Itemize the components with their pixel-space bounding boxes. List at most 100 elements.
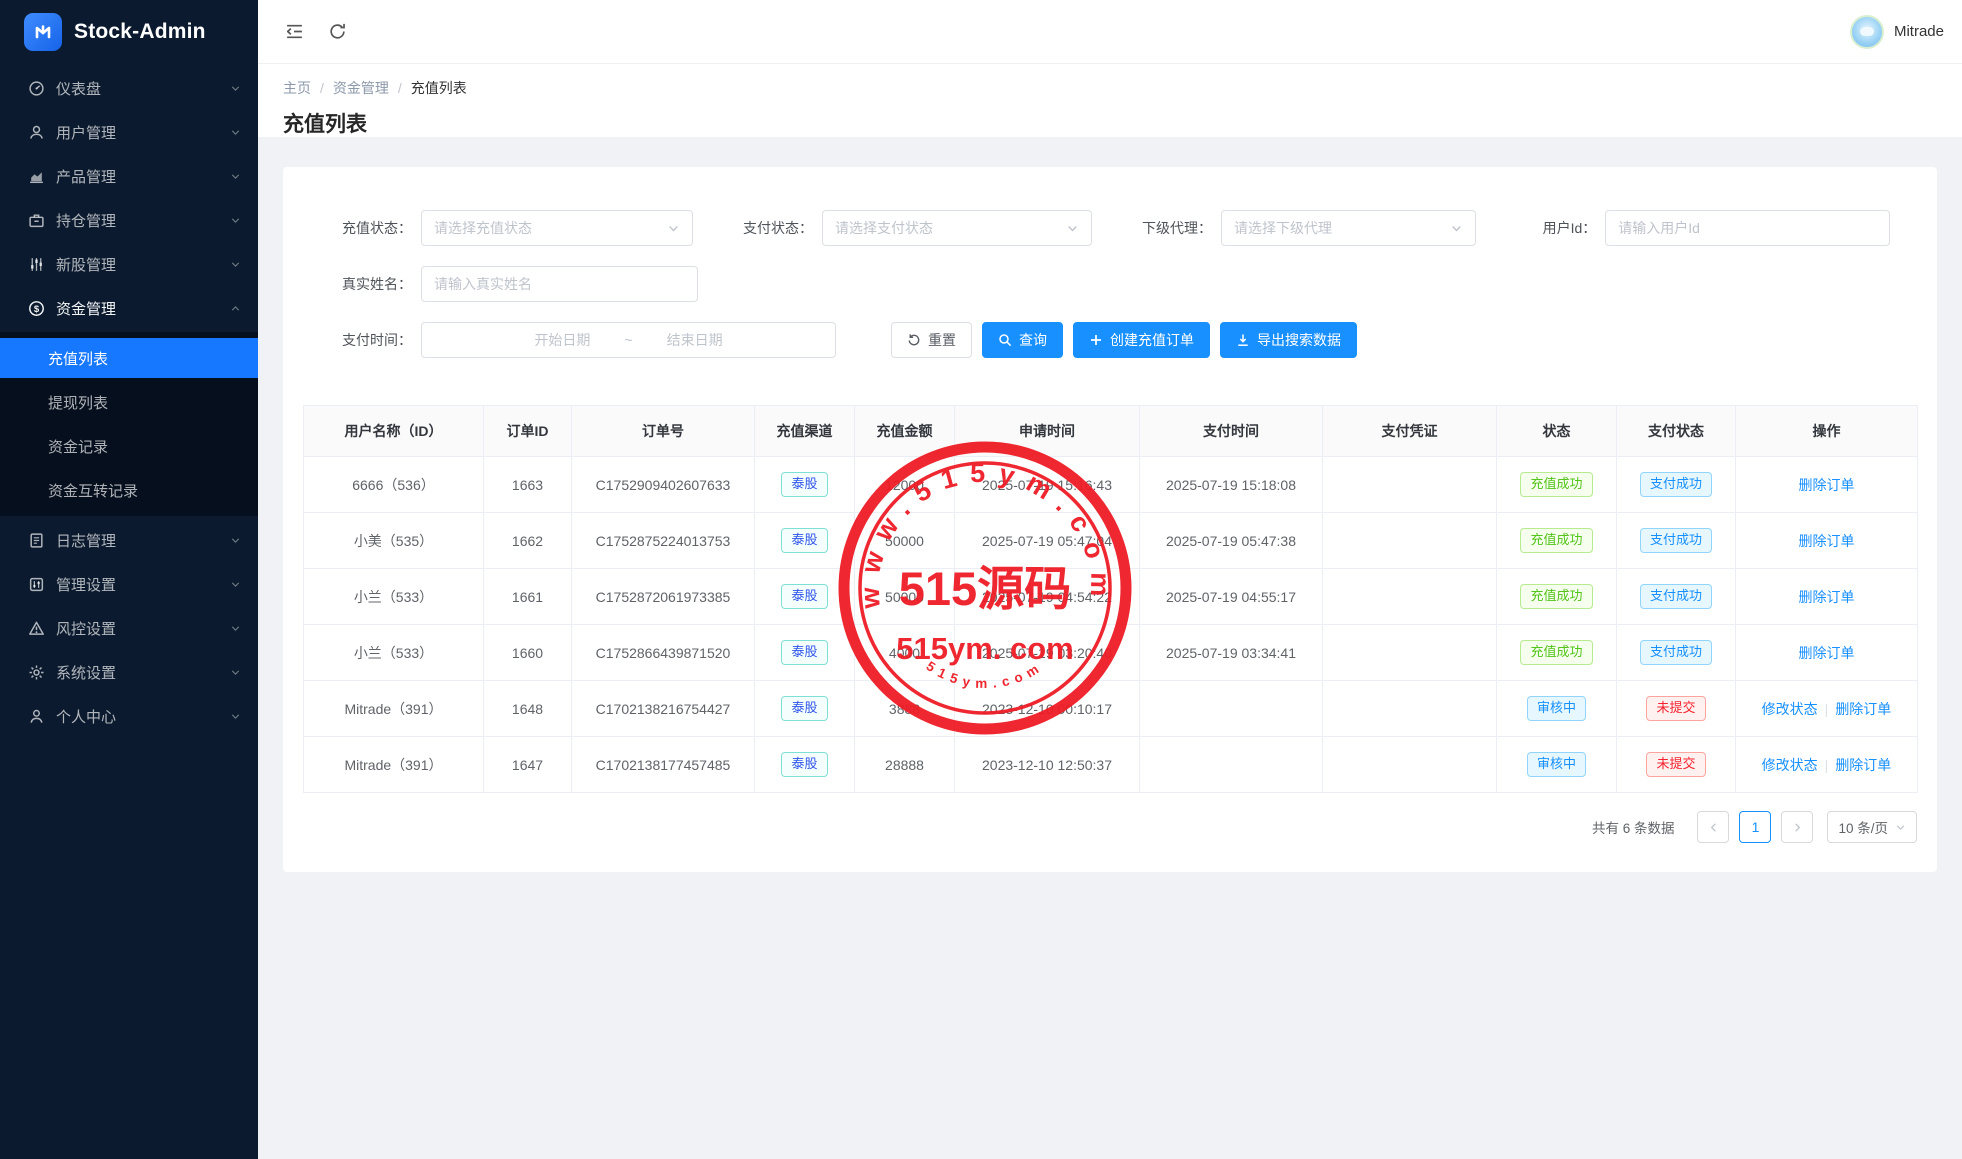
table-row: Mitrade（391）1647C1702138177457485泰股28888… — [304, 737, 1918, 793]
sidebar-item-label: 系统设置 — [56, 662, 230, 683]
prev-page-button[interactable] — [1697, 811, 1729, 843]
sidebar-item-label: 仪表盘 — [56, 78, 230, 99]
sidebar-item-positions[interactable]: 持仓管理 — [0, 200, 258, 240]
sidebar-item-funds[interactable]: $资金管理 — [0, 288, 258, 328]
delete-order-link[interactable]: 删除订单 — [1799, 477, 1855, 493]
channel-cell: 泰股 — [755, 513, 855, 569]
pay-time-cell — [1140, 681, 1323, 737]
breadcrumb-item[interactable]: 资金管理 — [333, 78, 389, 98]
sidebar-item-label: 新股管理 — [56, 254, 230, 275]
search-icon — [998, 333, 1012, 347]
download-icon — [1236, 333, 1250, 347]
delete-order-link[interactable]: 删除订单 — [1799, 589, 1855, 605]
voucher-cell — [1323, 569, 1497, 625]
column-header: 充值渠道 — [755, 406, 855, 457]
sidebar-item-label: 用户管理 — [56, 122, 230, 143]
search-button[interactable]: 查询 — [982, 322, 1063, 358]
sidebar-subitem-recharge-list[interactable]: 充值列表 — [0, 338, 258, 378]
amount-cell: 50000 — [855, 569, 955, 625]
range-separator: ~ — [624, 332, 632, 348]
sidebar-subitem-fund-transfer-records[interactable]: 资金互转记录 — [0, 470, 258, 510]
column-header: 申请时间 — [955, 406, 1140, 457]
sidebar-item-admin-settings[interactable]: 管理设置 — [0, 564, 258, 604]
sidebar-submenu: 充值列表提现列表资金记录资金互转记录 — [0, 332, 258, 516]
order-no-cell: C1752875224013753 — [572, 513, 755, 569]
sidebar-item-profile[interactable]: 个人中心 — [0, 696, 258, 736]
breadcrumb: 主页/资金管理/充值列表 — [283, 78, 1937, 98]
chevron-down-icon — [1895, 822, 1906, 833]
column-header: 充值金额 — [855, 406, 955, 457]
agent-select[interactable]: 请选择下级代理 — [1221, 210, 1476, 246]
user-cell: 6666（536） — [304, 457, 484, 513]
delete-order-link[interactable]: 删除订单 — [1799, 533, 1855, 549]
modify-status-link[interactable]: 修改状态 — [1762, 701, 1818, 717]
status-tag: 充值成功 — [1520, 640, 1592, 664]
sidebar-item-products[interactable]: 产品管理 — [0, 156, 258, 196]
table-header-row: 用户名称（ID）订单ID订单号充值渠道充值金额申请时间支付时间支付凭证状态支付状… — [304, 406, 1918, 457]
sidebar-item-dashboard[interactable]: 仪表盘 — [0, 68, 258, 108]
person-icon — [28, 708, 45, 725]
recharge-status-select[interactable]: 请选择充值状态 — [421, 210, 693, 246]
column-header: 状态 — [1497, 406, 1617, 457]
sidebar-item-label: 资金管理 — [56, 298, 230, 319]
channel-cell: 泰股 — [755, 569, 855, 625]
recharge-status-placeholder: 请选择充值状态 — [434, 218, 532, 238]
content: 充值状态： 请选择充值状态 支付状态： 请选择支付状态 下级代理： 请选择下级 — [258, 137, 1962, 1159]
chevron-up-icon — [230, 303, 241, 314]
status-tag: 充值成功 — [1520, 472, 1592, 496]
sidebar-item-ipo[interactable]: 新股管理 — [0, 244, 258, 284]
breadcrumb-separator: / — [398, 80, 402, 96]
apply-time-cell: 2025-07-19 05:47:04 — [955, 513, 1140, 569]
briefcase-icon — [28, 212, 45, 229]
column-header: 订单ID — [484, 406, 572, 457]
order-no-cell: C1752872061973385 — [572, 569, 755, 625]
page-number-button[interactable]: 1 — [1739, 811, 1771, 843]
create-recharge-order-button[interactable]: 创建充值订单 — [1073, 322, 1210, 358]
chart-icon — [28, 168, 45, 185]
pay-time-cell: 2025-07-19 15:18:08 — [1140, 457, 1323, 513]
amount-cell: 28888 — [855, 737, 955, 793]
chevron-down-icon — [230, 215, 241, 226]
sidebar-subitem-withdraw-list[interactable]: 提现列表 — [0, 382, 258, 422]
data-table-wrapper: 用户名称（ID）订单ID订单号充值渠道充值金额申请时间支付时间支付凭证状态支付状… — [283, 378, 1937, 793]
pay-time-cell: 2025-07-19 05:47:38 — [1140, 513, 1323, 569]
collapse-sidebar-icon[interactable] — [285, 22, 304, 41]
page-size-select[interactable]: 10 条/页 — [1827, 811, 1917, 843]
delete-order-link[interactable]: 删除订单 — [1799, 645, 1855, 661]
settings-icon — [28, 576, 45, 593]
logo[interactable]: Stock-Admin — [0, 0, 258, 64]
pay-time-range-picker[interactable]: 开始日期 ~ 结束日期 — [421, 322, 836, 358]
status-cell: 充值成功 — [1497, 625, 1617, 681]
avatar[interactable] — [1850, 15, 1884, 49]
user-cell: Mitrade（391） — [304, 681, 484, 737]
delete-order-link[interactable]: 删除订单 — [1835, 701, 1891, 717]
sidebar-item-logs[interactable]: 日志管理 — [0, 520, 258, 560]
sidebar-item-risk[interactable]: 风控设置 — [0, 608, 258, 648]
delete-order-link[interactable]: 删除订单 — [1835, 757, 1891, 773]
pay-status-cell: 支付成功 — [1617, 569, 1736, 625]
pagination: 共有 6 条数据 1 10 条/页 — [283, 793, 1937, 872]
breadcrumb-item[interactable]: 主页 — [283, 78, 311, 98]
amount-cell: 4000 — [855, 625, 955, 681]
apply-time-cell: 2025-07-19 04:54:22 — [955, 569, 1140, 625]
sidebar-item-users[interactable]: 用户管理 — [0, 112, 258, 152]
sidebar-item-system[interactable]: 系统设置 — [0, 652, 258, 692]
user-id-input[interactable] — [1605, 210, 1890, 246]
refresh-icon[interactable] — [328, 22, 347, 41]
table-row: 小兰（533）1660C1752866439871520泰股40002025-0… — [304, 625, 1918, 681]
user-cell: Mitrade（391） — [304, 737, 484, 793]
modify-status-link[interactable]: 修改状态 — [1762, 757, 1818, 773]
real-name-label: 真实姓名： — [330, 274, 412, 294]
reset-icon — [907, 333, 921, 347]
reset-button[interactable]: 重置 — [891, 322, 972, 358]
status-tag: 审核中 — [1527, 752, 1586, 776]
real-name-input[interactable] — [421, 266, 698, 302]
order-no-cell: C1752909402607633 — [572, 457, 755, 513]
dashboard-icon — [28, 80, 45, 97]
create-label: 创建充值订单 — [1110, 330, 1194, 350]
pay-status-tag: 支付成功 — [1640, 528, 1712, 552]
pay-status-select[interactable]: 请选择支付状态 — [822, 210, 1092, 246]
next-page-button[interactable] — [1781, 811, 1813, 843]
sidebar-subitem-fund-records[interactable]: 资金记录 — [0, 426, 258, 466]
export-button[interactable]: 导出搜索数据 — [1220, 322, 1357, 358]
